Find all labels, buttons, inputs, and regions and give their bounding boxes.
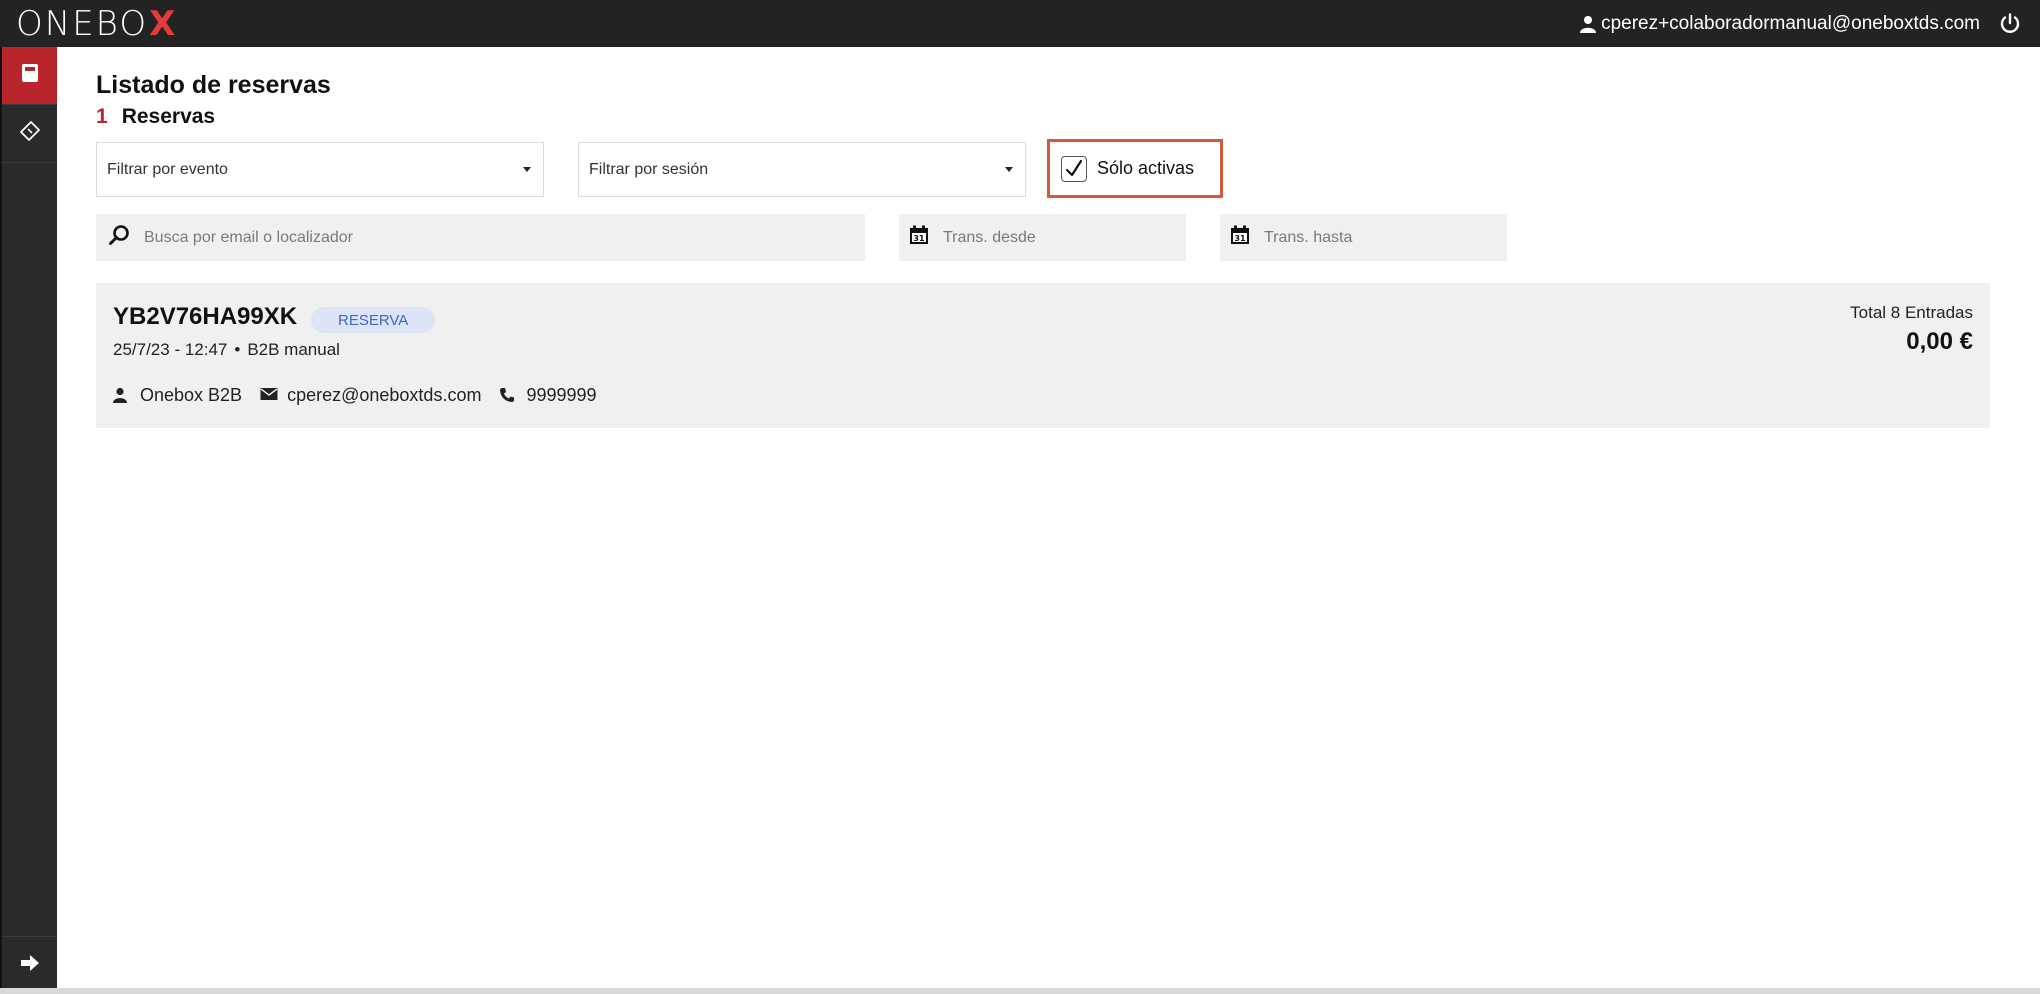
svg-text:31: 31 xyxy=(1234,234,1246,243)
onebox-logo[interactable]: ONEBO X xyxy=(16,7,177,41)
search-field xyxy=(96,214,865,261)
date-to-field: 31 xyxy=(1220,214,1507,261)
date-to-input[interactable] xyxy=(1262,227,1507,248)
date-from-field: 31 xyxy=(899,214,1186,261)
booking-count-number: 1 xyxy=(96,105,108,128)
top-bar: ONEBO X cperez+colaboradormanual@oneboxtd… xyxy=(0,0,2040,47)
logo-text: ONEBO xyxy=(16,3,149,44)
chevron-down-icon xyxy=(523,167,531,172)
bottom-divider xyxy=(0,988,2040,994)
client-email: cperez@oneboxtds.com xyxy=(287,385,482,405)
email-item: cperez@oneboxtds.com xyxy=(260,385,481,406)
calendar-icon: 31 xyxy=(909,225,929,250)
client-phone: 9999999 xyxy=(526,385,597,405)
booking-locator: YB2V76HA99XK xyxy=(113,303,298,330)
total-amount: 0,00 € xyxy=(1906,328,1973,355)
user-email[interactable]: cperez+colaboradormanual@oneboxtds.com xyxy=(1601,13,1980,35)
sidebar-item-bookings[interactable] xyxy=(2,47,57,105)
phone-item: 9999999 xyxy=(499,385,597,406)
client-name: Onebox B2B xyxy=(140,385,243,405)
only-active-label: Sólo activas xyxy=(1097,158,1195,178)
envelope-icon xyxy=(260,387,278,405)
chevron-down-icon xyxy=(1005,167,1013,172)
booking-card[interactable]: YB2V76HA99XK RESERVA 25/7/23 - 12:47 • B2B… xyxy=(96,283,1990,428)
event-filter-placeholder: Filtrar por evento xyxy=(107,160,228,178)
meta-separator: • xyxy=(234,340,241,359)
event-filter-select[interactable]: Filtrar por evento xyxy=(96,142,544,197)
user-icon xyxy=(1580,15,1597,33)
main-content: Listado de reservas 1 Reservas Filtrar po… xyxy=(57,47,2040,994)
booking-meta: 25/7/23 - 12:47 • B2B manual xyxy=(113,340,340,360)
bookings-icon xyxy=(21,63,39,88)
logo-accent: X xyxy=(149,3,178,44)
only-active-toggle[interactable]: Sólo activas xyxy=(1047,139,1223,198)
page-title: Listado de reservas xyxy=(96,71,331,99)
user-icon xyxy=(113,387,131,405)
date-from-input[interactable] xyxy=(941,227,1186,248)
power-icon[interactable] xyxy=(1998,12,2022,36)
sidebar-item-tickets[interactable] xyxy=(2,105,57,163)
sidebar-collapse-button[interactable] xyxy=(2,936,57,994)
search-icon xyxy=(108,224,130,251)
ticket-icon xyxy=(19,120,41,147)
sidebar xyxy=(0,47,57,994)
booking-count: 1 Reservas xyxy=(96,105,215,129)
status-badge: RESERVA xyxy=(311,307,436,333)
booking-contact: Onebox B2B cperez@oneboxtds.com 9999999 xyxy=(113,385,615,406)
svg-text:31: 31 xyxy=(913,234,925,243)
session-filter-placeholder: Filtrar por sesión xyxy=(589,160,709,178)
total-tickets: Total 8 Entradas xyxy=(1850,303,1973,322)
session-filter-select[interactable]: Filtrar por sesión xyxy=(578,142,1026,197)
booking-count-label: Reservas xyxy=(121,105,216,128)
booking-channel: B2B manual xyxy=(247,340,340,359)
arrow-right-icon xyxy=(19,954,41,977)
search-input[interactable] xyxy=(142,227,865,248)
checkmark-icon xyxy=(1065,159,1083,176)
booking-datetime: 25/7/23 - 12:47 xyxy=(113,340,228,359)
calendar-icon: 31 xyxy=(1230,225,1250,250)
user-area: cperez+colaboradormanual@oneboxtds.com xyxy=(1580,12,2022,36)
phone-icon xyxy=(499,387,517,405)
client-item: Onebox B2B xyxy=(113,385,242,406)
only-active-checkbox[interactable] xyxy=(1061,155,1087,182)
